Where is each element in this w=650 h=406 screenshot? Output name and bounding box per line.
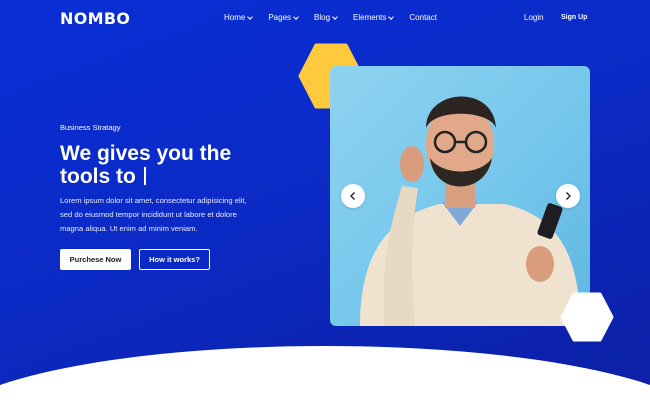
nav-item-label: Contact — [409, 13, 437, 22]
nav-item-label: Home — [224, 13, 246, 22]
decorative-hexagon-white — [560, 292, 614, 342]
nav-item-blog[interactable]: Blog — [314, 13, 338, 22]
chevron-down-icon — [388, 13, 395, 20]
how-it-works-button[interactable]: How it works? — [139, 249, 210, 270]
hero-image-card — [330, 66, 590, 326]
login-link[interactable]: Login — [524, 13, 544, 22]
man-with-phone-image — [360, 96, 580, 326]
headline-line-1: We gives you the — [60, 142, 232, 165]
slider-next-button[interactable] — [556, 184, 580, 208]
nav-item-label: Blog — [314, 13, 331, 22]
chevron-down-icon — [293, 13, 299, 20]
headline-line-2: tools to — [60, 165, 136, 188]
nav-item-home[interactable]: Home — [224, 13, 254, 22]
brand-logo[interactable]: NOMBO — [60, 9, 130, 28]
nav-item-contact[interactable]: Contact — [409, 13, 437, 22]
typing-caret — [143, 167, 146, 185]
nav-item-pages[interactable]: Pages — [268, 13, 299, 22]
hero-headline: We gives you the tools to — [60, 142, 290, 188]
signup-link[interactable]: Sign Up — [561, 14, 587, 21]
top-navigation: NOMBO Home Pages Blog Elements Contact L… — [0, 0, 650, 36]
main-menu: Home Pages Blog Elements Contact — [224, 13, 453, 22]
nav-item-label: Elements — [353, 13, 387, 22]
chevron-left-icon — [350, 192, 355, 200]
chevron-down-icon — [247, 13, 254, 20]
purchase-now-button[interactable]: Purchese Now — [60, 249, 131, 270]
nav-item-elements[interactable]: Elements — [353, 13, 395, 22]
chevron-right-icon — [566, 192, 571, 200]
nav-item-label: Pages — [268, 13, 292, 22]
hero-description: Lorem ipsum dolor sit amet, consectetur … — [60, 196, 247, 233]
chevron-down-icon — [332, 13, 338, 20]
slider-prev-button[interactable] — [341, 184, 365, 208]
hero-eyebrow: Business Stratagy — [60, 123, 121, 132]
